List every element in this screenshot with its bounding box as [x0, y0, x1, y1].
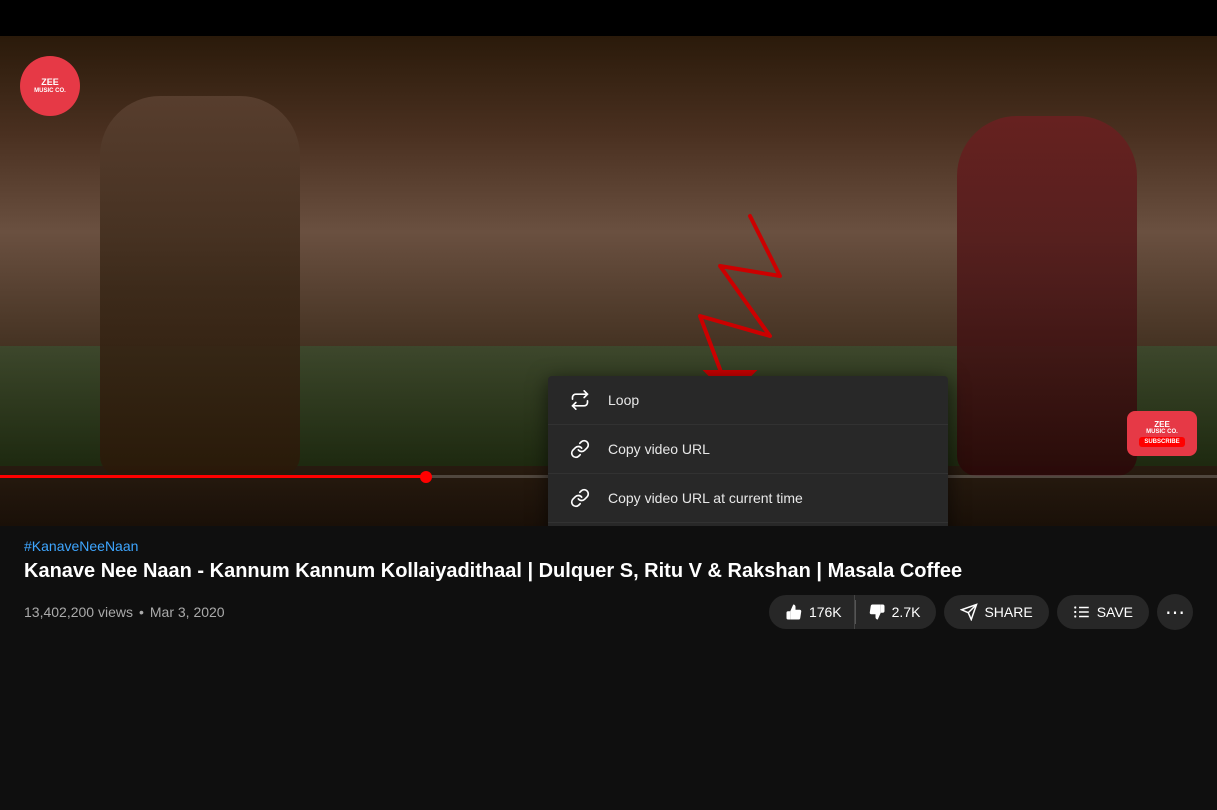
zee-badge-top: ZEE MUSIC CO. — [20, 56, 80, 116]
menu-item-loop[interactable]: Loop — [548, 376, 948, 425]
upload-date-value: Mar 3, 2020 — [150, 604, 225, 620]
more-options-button[interactable]: ⋯ — [1157, 594, 1193, 630]
loop-icon — [568, 388, 592, 412]
view-count: 13,402,200 views — [24, 604, 133, 620]
menu-item-copy-url[interactable]: Copy video URL — [548, 425, 948, 474]
video-info: #KanaveNeeNaan Kanave Nee Naan - Kannum … — [0, 526, 1217, 630]
menu-label-copy-url-time: Copy video URL at current time — [608, 490, 803, 506]
progress-fill — [0, 475, 426, 478]
video-frame: ZEE MUSIC CO. ZEE MUSIC CO. SUBSCRIBE — [0, 36, 1217, 526]
menu-item-copy-embed[interactable]: Copy embed code — [548, 523, 948, 526]
progress-dot — [420, 471, 432, 483]
action-buttons: 176K 2.7K SHARE — [769, 594, 1193, 630]
link-time-icon — [568, 486, 592, 510]
save-button[interactable]: SAVE — [1057, 595, 1149, 629]
video-meta: 13,402,200 views • Mar 3, 2020 176K — [24, 594, 1193, 630]
link-icon — [568, 437, 592, 461]
menu-label-copy-url: Copy video URL — [608, 441, 710, 457]
menu-label-loop: Loop — [608, 392, 639, 408]
hashtag[interactable]: #KanaveNeeNaan — [24, 538, 1193, 554]
dots-icon: ⋯ — [1165, 600, 1185, 625]
share-button[interactable]: SHARE — [944, 595, 1048, 629]
menu-item-copy-url-time[interactable]: Copy video URL at current time — [548, 474, 948, 523]
like-dislike-group: 176K 2.7K — [769, 595, 937, 629]
upload-date: • — [139, 604, 144, 620]
top-bar — [0, 0, 1217, 36]
figure-right — [957, 116, 1137, 476]
video-player[interactable]: ZEE MUSIC CO. ZEE MUSIC CO. SUBSCRIBE — [0, 36, 1217, 526]
figure-left — [100, 96, 300, 476]
context-menu: Loop Copy video URL — [548, 376, 948, 526]
video-title: Kanave Nee Naan - Kannum Kannum Kollaiya… — [24, 558, 1193, 584]
zee-badge-bottom: ZEE MUSIC CO. SUBSCRIBE — [1127, 411, 1197, 456]
like-button[interactable]: 176K — [769, 595, 855, 629]
subscribe-badge: SUBSCRIBE — [1139, 437, 1184, 447]
dislike-button[interactable]: 2.7K — [856, 595, 937, 629]
dislike-count: 2.7K — [892, 604, 921, 620]
save-label: SAVE — [1097, 604, 1133, 620]
like-count: 176K — [809, 604, 842, 620]
share-label: SHARE — [984, 604, 1032, 620]
